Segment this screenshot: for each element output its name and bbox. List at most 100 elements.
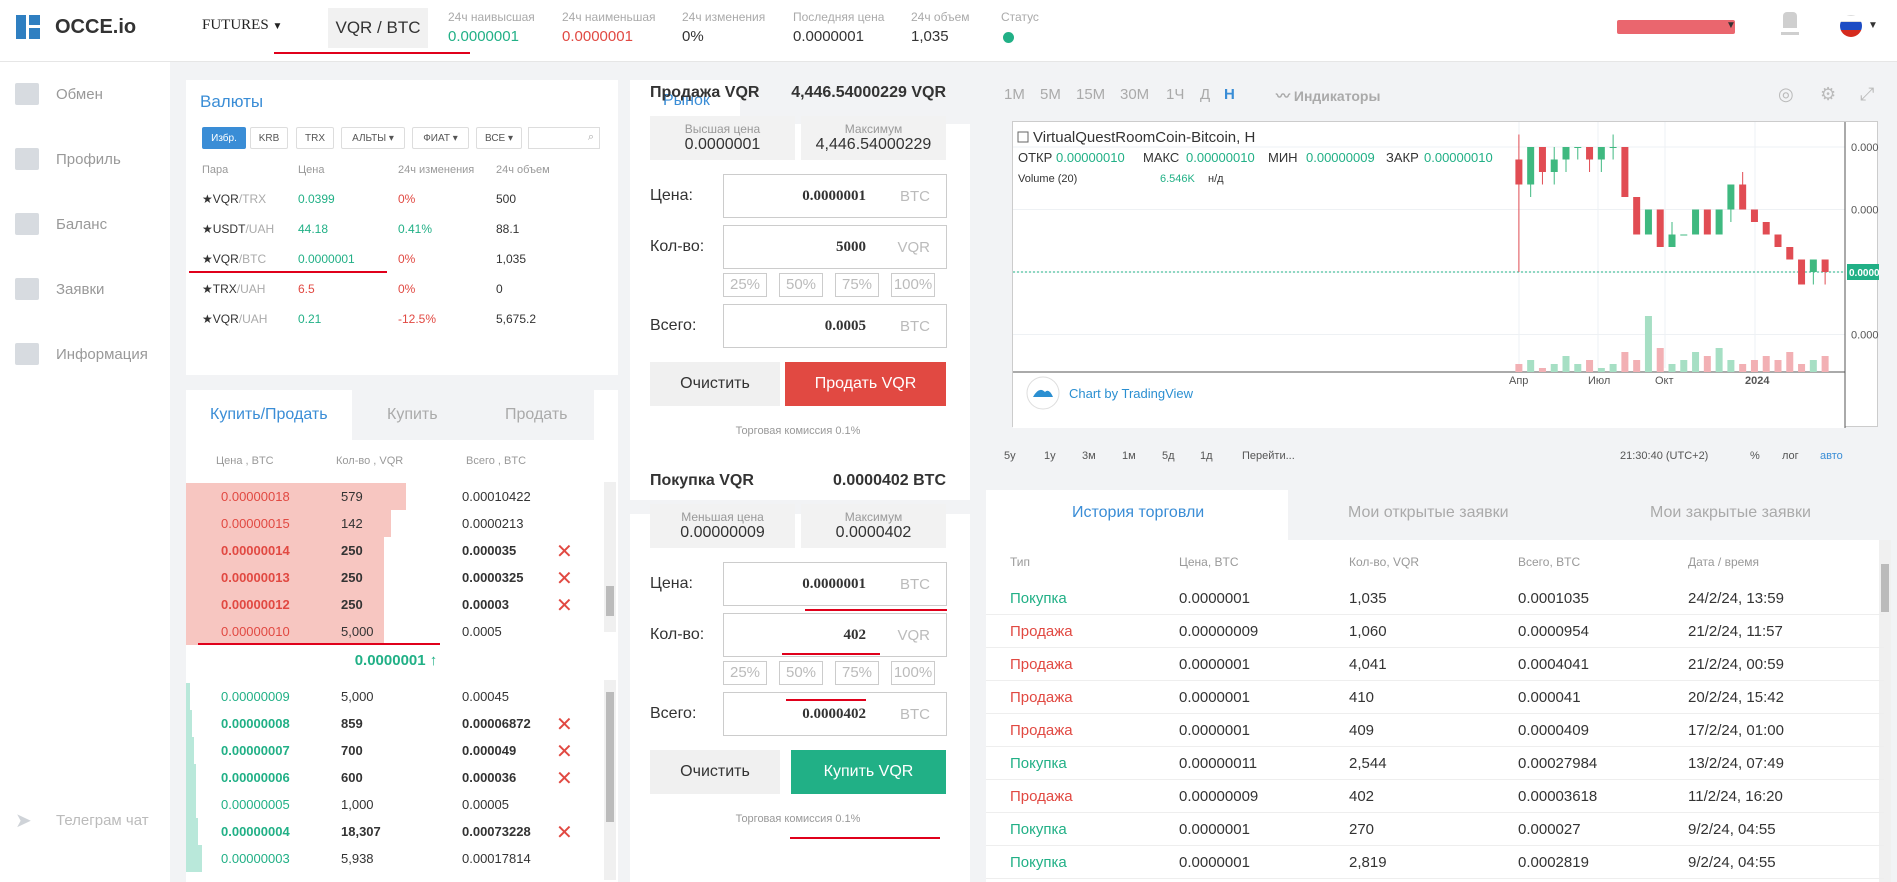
trade-row[interactable]: Продажа 0.00000009 1,060 0.0000954 21/2/24, … — [986, 615, 1884, 648]
range-2[interactable]: 3м — [1082, 450, 1096, 462]
buy-pct-2[interactable]: 75% — [835, 661, 879, 685]
filter-2[interactable]: TRX — [296, 127, 334, 149]
indicators-button[interactable]: 〰 Индикаторы — [1276, 86, 1380, 106]
bid-row[interactable]: 0.00000009 5,000 0.00045 — [186, 683, 606, 710]
buy-pct-3[interactable]: 100% — [891, 661, 935, 685]
ask-row[interactable]: 0.00000013 250 0.0000325 ✕ — [186, 564, 606, 591]
filter-0[interactable]: Избр. — [202, 127, 246, 149]
bid-row[interactable]: 0.00000004 18,307 0.00073228 ✕ — [186, 818, 606, 845]
fullscreen-icon[interactable]: ⤢ — [1860, 84, 1874, 105]
star-icon[interactable]: ★ — [202, 222, 213, 236]
range-0[interactable]: 5у — [1004, 450, 1016, 462]
currency-row[interactable]: ★VQR/UAH 0.21 -12.5% 5,675.2 — [186, 312, 618, 336]
tab-sell[interactable]: Продать — [505, 406, 568, 424]
currency-row[interactable]: ★VQR/TRX 0.0399 0% 500 — [186, 192, 618, 216]
timeframe-3[interactable]: 30М — [1120, 86, 1149, 103]
price-chart[interactable]: 0.00000020 0.00000015 0.00000010 0.00000005… — [1013, 122, 1897, 428]
trade-row[interactable]: Покупка 0.0000001 1,035 0.0001035 24/2/24, 1… — [986, 582, 1884, 615]
buy-pct-1[interactable]: 50% — [779, 661, 823, 685]
tradingview-attribution[interactable]: Chart by TradingView — [1069, 386, 1194, 401]
sidebar-item-2[interactable]: Баланс — [15, 209, 107, 239]
tab-closed-orders[interactable]: Мои закрытые заявки — [1650, 504, 1811, 522]
cancel-order-icon[interactable]: ✕ — [556, 593, 573, 618]
sell-submit-button[interactable]: Продать VQR — [785, 362, 946, 406]
timeframe-2[interactable]: 15М — [1076, 86, 1105, 103]
cancel-order-icon[interactable]: ✕ — [556, 712, 573, 737]
cancel-order-icon[interactable]: ✕ — [556, 739, 573, 764]
sidebar-item-0[interactable]: Обмен — [15, 79, 103, 109]
trade-row[interactable]: Продажа 0.0000001 409 0.0000409 17/2/24, 01:… — [986, 714, 1884, 747]
ask-row[interactable]: 0.00000018 579 0.00010422 — [186, 483, 606, 510]
cancel-order-icon[interactable]: ✕ — [556, 766, 573, 791]
scale-option[interactable]: авто — [1820, 450, 1843, 462]
timeframe-6[interactable]: Н — [1224, 86, 1235, 103]
tab-open-orders[interactable]: Мои открытые заявки — [1348, 504, 1509, 522]
trade-row[interactable]: Покупка 0.0000001 270 0.000027 9/2/24, 04:55 — [986, 813, 1884, 846]
tab-trade-history[interactable]: История торговли — [986, 490, 1288, 540]
scale-option[interactable]: лог — [1782, 450, 1799, 462]
sell-total-input[interactable]: 0.0005 BTC — [723, 304, 947, 348]
camera-icon[interactable]: ◎ — [1778, 84, 1794, 105]
buy-clear-button[interactable]: Очистить — [650, 750, 780, 794]
sell-price-input[interactable]: 0.0000001 BTC — [723, 174, 947, 218]
filter-3[interactable]: АЛЬТЫ ▾ — [341, 127, 405, 149]
cancel-order-icon[interactable]: ✕ — [556, 539, 573, 564]
currency-row[interactable]: ★TRX/UAH 6.5 0% 0 — [186, 282, 618, 306]
logo-text[interactable]: OCCE.io — [55, 16, 136, 39]
trade-row[interactable]: Покупка 0.0000001 2,819 0.0002819 9/2/24, 04… — [986, 846, 1884, 879]
trade-row[interactable]: Продажа 0.0000001 410 0.000041 20/2/24, 15:4… — [986, 681, 1884, 714]
range-3[interactable]: 1м — [1122, 450, 1136, 462]
sell-pct-1[interactable]: 50% — [779, 273, 823, 297]
pair-selector[interactable]: VQR / BTC — [328, 8, 428, 48]
filter-1[interactable]: KRB — [250, 127, 288, 149]
futures-menu[interactable]: FUTURES ▼ — [202, 17, 282, 34]
chart-canvas[interactable]: 0.00000020 0.00000015 0.00000010 0.00000005… — [1012, 121, 1897, 428]
sell-pct-3[interactable]: 100% — [891, 273, 935, 297]
sell-pct-0[interactable]: 25% — [723, 273, 767, 297]
scale-option[interactable]: % — [1750, 450, 1760, 462]
user-menu[interactable] — [1617, 20, 1735, 34]
settings-icon[interactable]: ⚙ — [1820, 84, 1836, 105]
bid-row[interactable]: 0.00000005 1,000 0.00005 — [186, 791, 606, 818]
range-4[interactable]: 5д — [1162, 450, 1175, 462]
filter-5[interactable]: ВСЕ ▾ — [476, 127, 522, 149]
bid-row[interactable]: 0.00000008 859 0.00006872 ✕ — [186, 710, 606, 737]
sell-clear-button[interactable]: Очистить — [650, 362, 780, 406]
ask-row[interactable]: 0.00000015 142 0.0000213 — [186, 510, 606, 537]
sell-pct-2[interactable]: 75% — [835, 273, 879, 297]
timeframe-5[interactable]: Д — [1200, 86, 1210, 103]
bid-row[interactable]: 0.00000006 600 0.000036 ✕ — [186, 764, 606, 791]
cancel-order-icon[interactable]: ✕ — [556, 566, 573, 591]
star-icon[interactable]: ★ — [202, 312, 213, 326]
range-1[interactable]: 1у — [1044, 450, 1056, 462]
bid-row[interactable]: 0.00000003 5,938 0.00017814 — [186, 845, 606, 872]
sidebar-item-1[interactable]: Профиль — [15, 144, 121, 174]
tab-buy[interactable]: Купить Продать — [352, 390, 594, 440]
buy-qty-input[interactable]: 402 VQR — [723, 613, 947, 657]
sell-qty-input[interactable]: 5000 VQR — [723, 225, 947, 269]
trade-row[interactable]: Продажа 0.00000009 402 0.00003618 11/2/24, 1… — [986, 780, 1884, 813]
tab-buy-sell[interactable]: Купить/Продать — [186, 390, 352, 440]
star-icon[interactable]: ★ — [202, 282, 213, 296]
currency-search-input[interactable]: ⌕ — [528, 127, 600, 149]
sidebar-item-3[interactable]: Заявки — [15, 274, 104, 304]
bid-row[interactable]: 0.00000007 700 0.000049 ✕ — [186, 737, 606, 764]
star-icon[interactable]: ★ — [202, 192, 213, 206]
sidebar-item-4[interactable]: Информация — [15, 339, 148, 369]
notification-lamp-icon[interactable] — [1781, 12, 1799, 38]
timeframe-1[interactable]: 5М — [1040, 86, 1061, 103]
ask-row[interactable]: 0.00000010 5,000 0.0005 — [186, 618, 606, 645]
buy-submit-button[interactable]: Купить VQR — [791, 750, 946, 794]
filter-4[interactable]: ФИАТ ▾ — [412, 127, 469, 149]
star-icon[interactable]: ★ — [202, 252, 213, 266]
currency-row[interactable]: ★USDT/UAH 44.18 0.41% 88.1 — [186, 222, 618, 246]
timeframe-4[interactable]: 1Ч — [1166, 86, 1184, 103]
ask-row[interactable]: 0.00000012 250 0.00003 ✕ — [186, 591, 606, 618]
buy-pct-0[interactable]: 25% — [723, 661, 767, 685]
cancel-order-icon[interactable]: ✕ — [556, 820, 573, 845]
trade-row[interactable]: Продажа 0.0000001 4,041 0.0004041 21/2/24, 0… — [986, 648, 1884, 681]
timeframe-0[interactable]: 1М — [1004, 86, 1025, 103]
ask-row[interactable]: 0.00000014 250 0.000035 ✕ — [186, 537, 606, 564]
buy-price-input[interactable]: 0.0000001 BTC — [723, 562, 947, 606]
range-6[interactable]: Перейти... — [1242, 450, 1295, 462]
